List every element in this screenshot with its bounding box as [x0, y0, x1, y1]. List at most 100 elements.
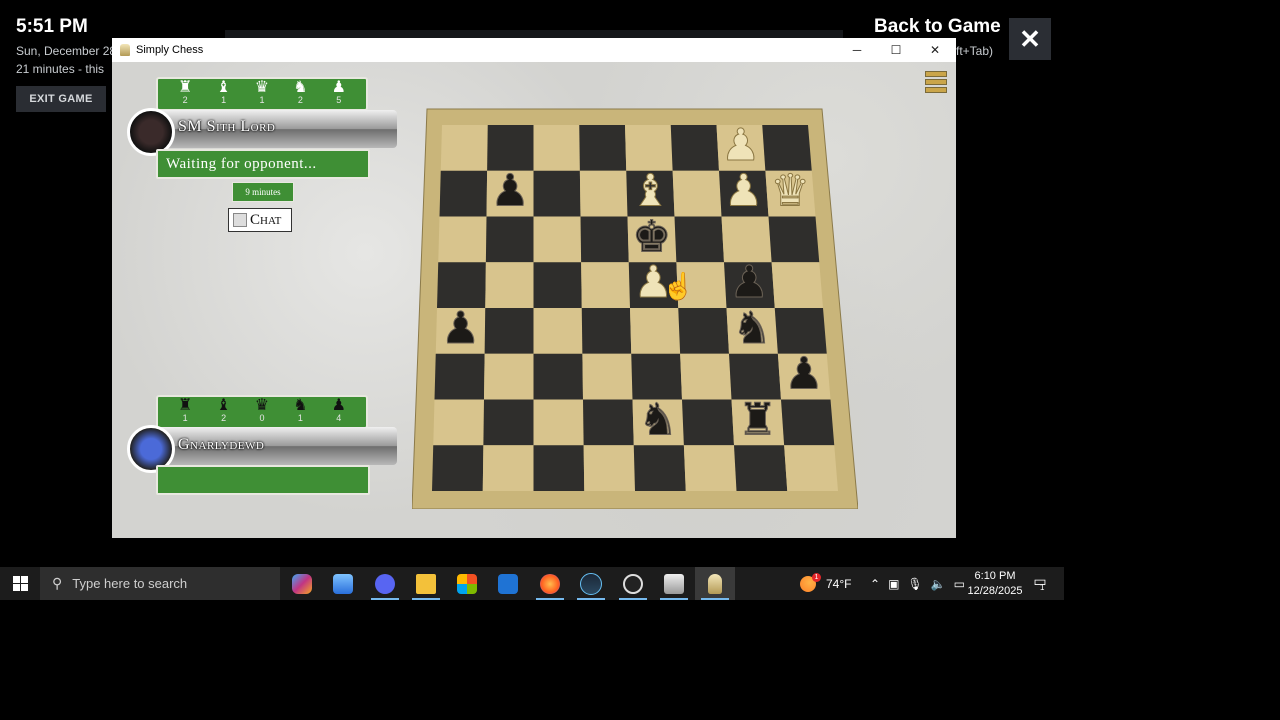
- board-square[interactable]: [581, 308, 632, 354]
- taskbar-discord[interactable]: [365, 567, 405, 600]
- board-square[interactable]: [582, 353, 633, 400]
- board-square[interactable]: [433, 399, 484, 446]
- white-bishop-piece[interactable]: ♝: [630, 165, 670, 217]
- taskbar-app-blue[interactable]: [323, 567, 363, 600]
- white-queen-piece[interactable]: ♛: [770, 165, 810, 217]
- black-rook-piece[interactable]: ♜: [737, 394, 777, 446]
- board-square[interactable]: [581, 262, 630, 308]
- exit-game-button[interactable]: EXIT GAME: [16, 86, 106, 112]
- volume-icon[interactable]: 🔈: [931, 577, 946, 591]
- board-square[interactable]: [680, 353, 732, 400]
- board-square[interactable]: [438, 216, 487, 263]
- overlay-close-button[interactable]: ✕: [1009, 18, 1051, 60]
- board-square[interactable]: [440, 125, 488, 171]
- black-pawn-piece[interactable]: ♟: [784, 348, 824, 400]
- chat-label: Chat: [250, 211, 282, 228]
- taskbar-steam[interactable]: [571, 567, 611, 600]
- weather-badge: 1: [812, 573, 821, 582]
- board-square[interactable]: [672, 170, 722, 217]
- board-square[interactable]: [683, 445, 737, 491]
- board-square[interactable]: [630, 308, 681, 354]
- board-square[interactable]: [533, 445, 585, 491]
- taskbar-firefox[interactable]: [530, 567, 570, 600]
- board-square[interactable]: [583, 399, 634, 446]
- taskbar-file-explorer[interactable]: [406, 567, 446, 600]
- taskbar-app-circle[interactable]: [613, 567, 653, 600]
- captured-piece-icon: ♝: [216, 397, 231, 414]
- opponent-captured-pieces: ♜ 2 ♝ 1 ♛ 1 ♞ 2 ♟ 5: [156, 77, 368, 111]
- board-square[interactable]: [533, 216, 582, 263]
- white-pawn-piece[interactable]: ♟: [721, 119, 761, 171]
- board-square[interactable]: [682, 399, 734, 446]
- board-square[interactable]: [482, 445, 534, 491]
- search-icon: ⚲: [52, 575, 63, 591]
- board-square[interactable]: [670, 125, 719, 171]
- board-square[interactable]: [437, 262, 486, 308]
- board-square[interactable]: [432, 445, 484, 491]
- taskbar-copilot[interactable]: [282, 567, 322, 600]
- menu-icon[interactable]: [925, 71, 947, 93]
- board-svg[interactable]: ♟♛♟ ♝ ♟♚♟ ♟♞♟♟♞ ♜☝: [412, 105, 858, 509]
- back-to-game-title[interactable]: Back to Game: [874, 16, 1001, 38]
- board-square[interactable]: [485, 262, 534, 308]
- board-square[interactable]: [533, 262, 582, 308]
- board-square[interactable]: [533, 170, 581, 217]
- board-square[interactable]: [774, 308, 827, 354]
- maximize-button[interactable]: ☐: [877, 38, 915, 62]
- black-pawn-piece[interactable]: ♟: [490, 165, 530, 217]
- board-square[interactable]: [487, 125, 534, 171]
- black-king-piece[interactable]: ♚: [632, 211, 672, 263]
- taskbar-search[interactable]: ⚲ Type here to search: [40, 567, 280, 600]
- white-pawn-piece[interactable]: ♟: [723, 165, 763, 217]
- board-square[interactable]: [579, 125, 627, 171]
- game-canvas[interactable]: ♜ 2 ♝ 1 ♛ 1 ♞ 2 ♟ 5 SM Sith Lord Waiting for oppo…: [112, 62, 956, 538]
- black-knight-piece[interactable]: ♞: [732, 302, 772, 354]
- network-icon[interactable]: ▭: [954, 577, 965, 591]
- board-square[interactable]: [674, 216, 725, 263]
- board-square[interactable]: [533, 353, 584, 400]
- board-square[interactable]: [781, 399, 835, 446]
- black-pawn-piece[interactable]: ♟: [729, 257, 769, 309]
- weather-widget[interactable]: 74°F: [800, 567, 851, 600]
- board-square[interactable]: [771, 262, 823, 308]
- black-pawn-piece[interactable]: ♟: [440, 302, 480, 354]
- board-square[interactable]: [721, 216, 772, 263]
- board-square[interactable]: [631, 353, 682, 400]
- microphone-icon[interactable]: 🎙: [907, 577, 922, 591]
- board-square[interactable]: [625, 125, 673, 171]
- chevron-up-icon[interactable]: ⌃: [870, 577, 880, 591]
- chat-button[interactable]: Chat: [228, 208, 292, 232]
- back-to-game-hint: ft+Tab): [956, 44, 994, 58]
- board-square[interactable]: [434, 353, 485, 400]
- board-square[interactable]: [784, 445, 838, 491]
- board-square[interactable]: [439, 170, 488, 217]
- board-square[interactable]: [533, 125, 580, 171]
- board-square[interactable]: [762, 125, 812, 171]
- camera-icon[interactable]: ▣: [888, 577, 899, 591]
- window-titlebar[interactable]: Simply Chess ─ ☐ ✕: [112, 38, 956, 62]
- board-square[interactable]: [678, 308, 729, 354]
- taskbar-store[interactable]: [447, 567, 487, 600]
- board-square[interactable]: [580, 216, 629, 263]
- board-square[interactable]: [583, 445, 635, 491]
- window-close-button[interactable]: ✕: [916, 38, 954, 62]
- board-square[interactable]: [484, 308, 534, 354]
- board-square[interactable]: [729, 353, 781, 400]
- chess-board[interactable]: ♟ ♛ ♟ ♝ ♟ ♚ ♟ ♟ ♞ ♟ ♟ ♞ ♜ ☝: [412, 105, 858, 509]
- board-square[interactable]: [533, 308, 583, 354]
- board-square[interactable]: [579, 170, 628, 217]
- taskbar-app-character[interactable]: [654, 567, 694, 600]
- board-square[interactable]: [483, 399, 534, 446]
- black-knight-piece[interactable]: ♞: [638, 394, 678, 446]
- board-square[interactable]: [768, 216, 820, 263]
- board-square[interactable]: [633, 445, 686, 491]
- taskbar-simply-chess[interactable]: [695, 567, 735, 600]
- taskbar-clock[interactable]: 6:10 PM 12/28/2025: [965, 569, 1025, 599]
- taskbar-outlook[interactable]: [488, 567, 528, 600]
- board-square[interactable]: [533, 399, 584, 446]
- board-square[interactable]: [484, 353, 534, 400]
- start-button[interactable]: [0, 567, 40, 600]
- board-square[interactable]: [734, 445, 788, 491]
- minimize-button[interactable]: ─: [838, 38, 876, 62]
- board-square[interactable]: [485, 216, 534, 263]
